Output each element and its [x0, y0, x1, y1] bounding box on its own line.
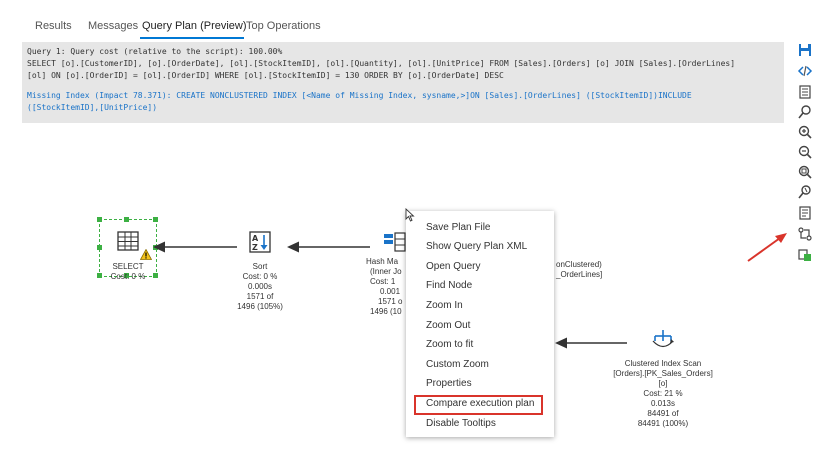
- result-tabs: Results Messages Query Plan (Preview) To…: [0, 0, 833, 40]
- menu-item-custom-zoom[interactable]: Custom Zoom: [426, 359, 489, 370]
- node-time: 0.000s: [247, 282, 273, 291]
- zoom-out-icon[interactable]: [797, 144, 813, 160]
- custom-zoom-icon[interactable]: [797, 184, 813, 200]
- svg-text:A: A: [252, 234, 259, 243]
- node-cost: Cost: 0 %: [242, 272, 278, 281]
- node-rows: 1571 of: [246, 292, 274, 301]
- menu-item-save-plan-file[interactable]: Save Plan File: [426, 222, 490, 233]
- node-partial-line: onClustered): [556, 260, 602, 269]
- missing-index-line-1[interactable]: Missing Index (Impact 78.371): CREATE NO…: [27, 90, 692, 102]
- node-partial-line: _OrderLines]: [556, 270, 603, 279]
- compare-plan-icon[interactable]: [797, 226, 813, 242]
- menu-item-properties[interactable]: Properties: [426, 378, 472, 389]
- active-tab-indicator: [140, 37, 244, 39]
- node-name: SELECT: [112, 262, 144, 271]
- missing-index-line-2[interactable]: ([StockItemID],[UnitPrice]): [27, 102, 157, 114]
- tab-messages[interactable]: Messages: [88, 20, 138, 32]
- query-cost-line: Query 1: Query cost (relative to the scr…: [27, 47, 283, 56]
- xml-icon[interactable]: [797, 63, 813, 79]
- selection-handle[interactable]: [124, 217, 129, 222]
- tab-query-plan[interactable]: Query Plan (Preview): [142, 20, 247, 32]
- query-header: Query 1: Query cost (relative to the scr…: [22, 42, 784, 123]
- menu-item-disable-tooltips[interactable]: Disable Tooltips: [426, 418, 496, 429]
- index-seek-node[interactable]: onClustered) _OrderLines]: [556, 260, 602, 280]
- node-time: 0.013s: [650, 399, 676, 408]
- highlight-box: [414, 395, 543, 415]
- zoom-in-icon[interactable]: [797, 124, 813, 140]
- sort-node[interactable]: A Z Sort Cost: 0 % 0.000s 1571 of 1496 (…: [228, 231, 292, 312]
- selection-handle[interactable]: [153, 217, 158, 222]
- query-text-line-1: SELECT [o].[CustomerID], [o].[OrderDate]…: [27, 59, 736, 68]
- sort-icon: A Z: [249, 231, 271, 253]
- menu-item-zoom-in[interactable]: Zoom In: [426, 300, 463, 311]
- save-icon[interactable]: [797, 42, 813, 58]
- mouse-cursor-icon: [405, 208, 415, 222]
- tab-results[interactable]: Results: [35, 20, 72, 32]
- node-cost: Cost: 0 %: [110, 272, 146, 281]
- node-estimate: 84491 (100%): [637, 419, 689, 428]
- warning-icon[interactable]: [140, 249, 152, 260]
- clustered-index-scan-node[interactable]: Clustered Index Scan [Orders].[PK_Sales_…: [604, 328, 722, 429]
- node-estimate: 1496 (105%): [237, 302, 283, 311]
- menu-item-open-query[interactable]: Open Query: [426, 261, 480, 272]
- menu-item-zoom-out[interactable]: Zoom Out: [426, 320, 470, 331]
- select-icon: [117, 231, 139, 251]
- properties-icon[interactable]: [797, 205, 813, 221]
- node-cost: Cost: 21 %: [643, 389, 683, 398]
- plan-toolbar: [794, 42, 818, 272]
- clustered-index-scan-icon: [652, 330, 674, 348]
- svg-text:Z: Z: [252, 243, 258, 252]
- node-name: Clustered Index Scan: [624, 359, 702, 368]
- selection-handle[interactable]: [97, 217, 102, 222]
- open-query-icon[interactable]: [797, 84, 813, 100]
- hash-match-icon: [384, 232, 406, 252]
- find-node-icon[interactable]: [797, 104, 813, 120]
- query-text-line-2: [ol] ON [o].[OrderID] = [ol].[OrderID] W…: [27, 71, 504, 80]
- tab-top-operations[interactable]: Top Operations: [246, 20, 321, 32]
- node-alias: [o]: [658, 379, 668, 388]
- menu-item-zoom-to-fit[interactable]: Zoom to fit: [426, 339, 473, 350]
- annotation-arrow-icon: [747, 233, 787, 262]
- flow-arrow: [287, 241, 370, 253]
- node-name: Sort: [252, 262, 268, 271]
- toggle-tooltips-icon[interactable]: [797, 247, 813, 263]
- menu-item-show-query-plan-xml[interactable]: Show Query Plan XML: [426, 241, 527, 252]
- node-rows: 84491 of: [647, 409, 679, 418]
- zoom-to-fit-icon[interactable]: [797, 164, 813, 180]
- node-table: [Orders].[PK_Sales_Orders]: [613, 369, 713, 378]
- menu-item-find-node[interactable]: Find Node: [426, 280, 472, 291]
- flow-arrow: [153, 241, 237, 253]
